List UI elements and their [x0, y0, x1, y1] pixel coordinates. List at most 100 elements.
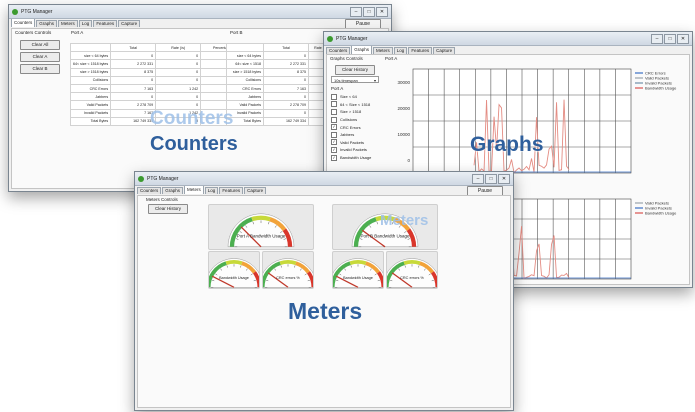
window-title: PTG Manager [21, 8, 53, 15]
minimize-button[interactable]: – [651, 34, 663, 44]
checkbox-item[interactable]: Size < 64 [331, 93, 371, 101]
close-button[interactable]: ✕ [677, 34, 689, 44]
gauge: Port A Bandwidth Usage [208, 204, 314, 250]
port-a-label: Port A [71, 30, 84, 35]
gauge-dial: Bandwidth Usage [204, 258, 264, 288]
checkbox[interactable] [331, 131, 337, 138]
tab-graphs[interactable]: Graphs [36, 20, 58, 27]
tab-counters[interactable]: Counters [137, 187, 162, 194]
tab-meters[interactable]: Meters [184, 185, 204, 194]
row-label: Jabbers [226, 92, 264, 102]
y-tick-label: 0 [407, 158, 410, 163]
table-header-cell: Total [263, 42, 309, 53]
timespan-select[interactable]: 10s timespan ▾ [331, 76, 379, 83]
close-button[interactable]: ✕ [376, 7, 388, 17]
port-a-label: Port A [331, 86, 344, 91]
checkbox[interactable]: ✓ [331, 154, 337, 161]
chevron-down-icon: ▾ [373, 78, 376, 83]
table-cell: 2 272 331 [263, 59, 309, 69]
clear-a-button[interactable]: Clear A [20, 52, 60, 62]
row-label: Total Bytes [69, 116, 112, 126]
checkbox[interactable] [331, 108, 337, 115]
close-button[interactable]: ✕ [498, 174, 510, 184]
table-cell: 162 749 334 [110, 116, 157, 126]
tab-meters[interactable]: Meters [58, 20, 78, 27]
table-cell: 162 749 334 [263, 116, 309, 126]
checkbox-item[interactable]: 64 < Size < 1518 [331, 101, 371, 109]
clear-history-button[interactable]: Clear History [148, 204, 188, 214]
table-cell: 0 [263, 108, 309, 118]
tab-log[interactable]: Log [393, 47, 408, 54]
gauge-label: Bandwidth Usage [343, 276, 373, 280]
table-cell: 8 375 [263, 67, 309, 77]
table-cell: 0 [155, 51, 202, 61]
row-label: Invalid Packets [69, 108, 112, 118]
checkbox[interactable]: ✓ [331, 139, 337, 146]
gauge: CRC errors % [258, 251, 318, 289]
checkbox-item[interactable]: ✓ Bandwidth Usage [331, 154, 371, 162]
table-header-row: Total Rate (/s) Percentage [69, 42, 245, 53]
maximize-button[interactable]: □ [363, 7, 375, 17]
checkbox-item[interactable]: Size > 1518 [331, 108, 371, 116]
checkbox[interactable] [331, 93, 337, 100]
row-label: Collisions [226, 75, 264, 85]
graphs-tabs: Counters Graphs Meters Log Features Capt… [324, 45, 692, 54]
chart-port-a: 3000020000100000CRC ErrorsValid PacketsI… [397, 68, 677, 174]
gauge-label: Port B Bandwidth Usage [360, 234, 410, 239]
row-label: 64< size < 1518 [226, 59, 264, 69]
tab-features[interactable]: Features [219, 187, 244, 194]
tab-capture[interactable]: Capture [433, 47, 456, 54]
checkbox-item[interactable]: ✓ Invalid Packets [331, 146, 371, 154]
tab-log[interactable]: Log [78, 20, 93, 27]
gauge: Bandwidth Usage [328, 251, 388, 289]
row-label: CRC Errors [69, 83, 112, 94]
checkbox-label: Bandwidth Usage [340, 155, 372, 161]
maximize-button[interactable]: □ [485, 174, 497, 184]
tab-graphs[interactable]: Graphs [162, 187, 184, 194]
table-row: CRC Errors7 1631 242100 [69, 83, 245, 94]
table-row: 64< size < 15182 272 3310 [226, 59, 334, 69]
minimize-button[interactable]: – [472, 174, 484, 184]
gauge-label: Bandwidth Usage [219, 276, 249, 280]
checkbox-item[interactable]: ✓ Valid Packets [331, 139, 371, 147]
table-row: Invalid Packets00 [226, 108, 334, 118]
checkbox-item[interactable]: ✓ CRC Errors [331, 123, 371, 131]
table-cell: 0 [263, 75, 309, 85]
tab-capture[interactable]: Capture [244, 187, 267, 194]
clear-b-button[interactable]: Clear B [20, 64, 60, 74]
gauge-label: Port A Bandwidth Usage [237, 234, 286, 239]
table-cell: 0 [110, 75, 157, 85]
tab-features[interactable]: Features [408, 47, 433, 54]
checkbox[interactable]: ✓ [331, 146, 337, 153]
tab-log[interactable]: Log [204, 187, 219, 194]
checkbox[interactable]: ✓ [331, 124, 337, 131]
tab-features[interactable]: Features [93, 20, 118, 27]
table-header-cell [226, 42, 264, 53]
tab-graphs[interactable]: Graphs [351, 45, 373, 54]
maximize-button[interactable]: □ [664, 34, 676, 44]
clear-history-button[interactable]: Clear History [335, 65, 375, 75]
minimize-button[interactable]: – [350, 7, 362, 17]
table-header-cell: Total [110, 42, 157, 53]
tab-counters[interactable]: Counters [11, 18, 36, 27]
checkbox-item[interactable]: Jabbers [331, 131, 371, 139]
tab-meters[interactable]: Meters [373, 47, 393, 54]
checkbox-item[interactable]: Collisions [331, 116, 371, 124]
checkbox[interactable] [331, 101, 337, 108]
counters-window-titlebar: PTG Manager – □ ✕ [9, 5, 391, 19]
tab-capture[interactable]: Capture [118, 20, 141, 27]
checkbox-label: Invalid Packets [340, 147, 367, 153]
checkbox-label: CRC Errors [340, 124, 361, 130]
table-cell: 1 242 [155, 83, 202, 94]
tab-counters[interactable]: Counters [326, 47, 351, 54]
clear-all-button[interactable]: Clear All [20, 40, 60, 50]
table-cell: 0 [155, 67, 202, 77]
gauge-label: CRC errors % [400, 276, 424, 280]
table-row: Collisions00 [226, 75, 334, 85]
checkbox-label: Valid Packets [340, 139, 364, 145]
counters-ghost-caption: Counters [150, 108, 234, 129]
checkbox[interactable] [331, 116, 337, 123]
timespan-value: 10s timespan [334, 78, 358, 83]
meters-ghost-caption: Meters [380, 212, 429, 229]
port-b-counters-table: TotalRate (/s)size < 64 bytes0064< size … [226, 42, 334, 126]
